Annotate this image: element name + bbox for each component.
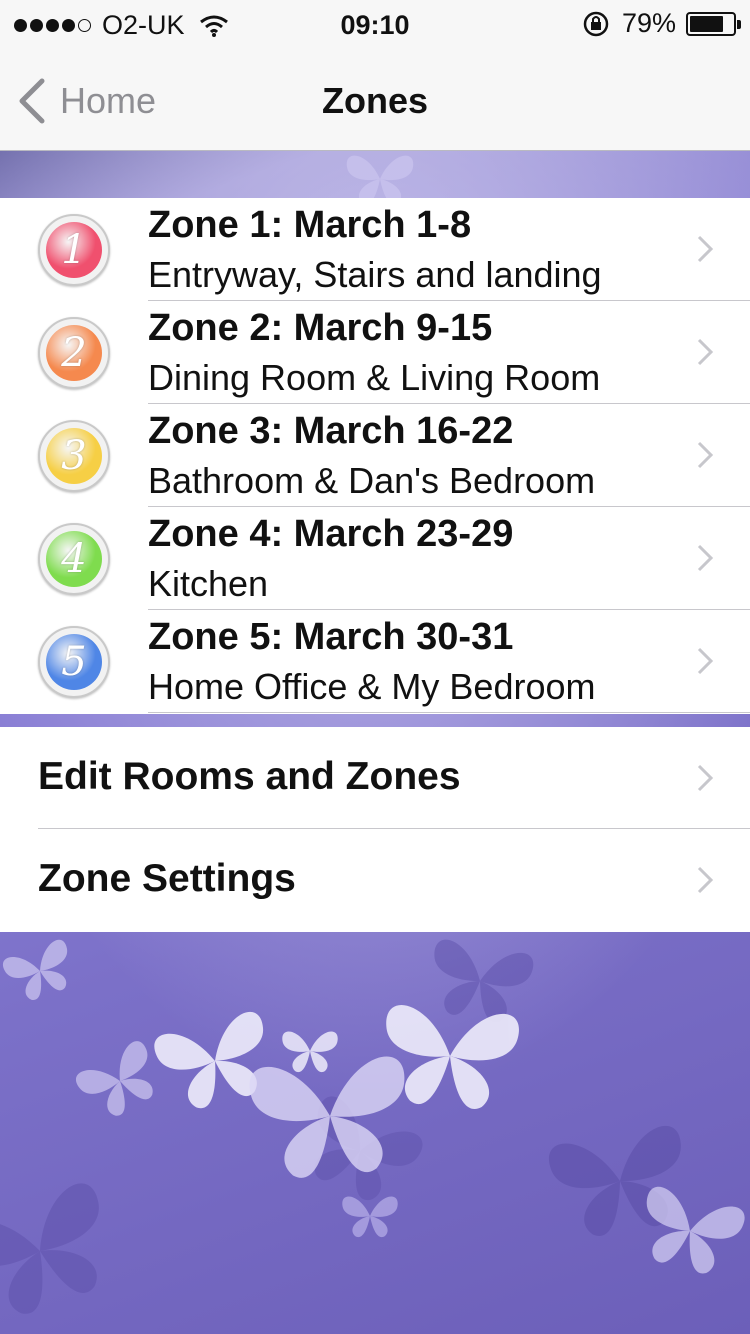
zone-badge-color: 2 <box>46 325 102 381</box>
zone-list: 1 Zone 1: March 1-8 Entryway, Stairs and… <box>0 198 750 714</box>
zone-rooms: Bathroom & Dan's Bedroom <box>148 460 596 501</box>
zone-settings-label: Zone Settings <box>38 857 296 900</box>
zone-rooms: Home Office & My Bedroom <box>148 666 596 707</box>
page-title: Zones <box>321 80 428 121</box>
chevron-right-icon <box>697 338 714 366</box>
navigation-bar: Home Zones <box>0 50 750 151</box>
zone-settings-row[interactable]: Zone Settings <box>0 829 750 931</box>
zone-badge-color: 3 <box>46 428 102 484</box>
zone-title: Zone 5: March 30-31 <box>148 616 514 658</box>
zone-number-icon: 1 <box>38 214 110 286</box>
status-right: 79% <box>582 8 741 39</box>
battery-icon <box>686 11 741 36</box>
zone-title: Zone 4: March 23-29 <box>148 513 514 555</box>
chevron-right-icon <box>697 235 714 263</box>
zone-number-icon: 2 <box>38 317 110 389</box>
zone-row-2[interactable]: 2 Zone 2: March 9-15 Dining Room & Livin… <box>0 301 750 404</box>
zone-number-icon: 3 <box>38 420 110 492</box>
zone-badge-color: 4 <box>46 531 102 587</box>
zone-row-4[interactable]: 4 Zone 4: March 23-29 Kitchen <box>0 507 750 610</box>
zone-rooms: Kitchen <box>148 563 269 604</box>
chevron-right-icon <box>697 764 714 792</box>
zone-title: Zone 2: March 9-15 <box>148 307 493 349</box>
zone-badge-color: 1 <box>46 222 102 278</box>
rotation-lock-icon <box>583 11 609 36</box>
chevron-right-icon <box>697 544 714 572</box>
edit-rooms-and-zones-row[interactable]: Edit Rooms and Zones <box>0 727 750 829</box>
chevron-right-icon <box>697 647 714 675</box>
settings-list: Edit Rooms and Zones Zone Settings <box>0 727 750 932</box>
edit-rooms-and-zones-label: Edit Rooms and Zones <box>38 755 461 798</box>
battery-fill <box>690 15 724 32</box>
chevron-right-icon <box>697 441 714 469</box>
status-bar: O2-UK 09:10 79% <box>0 0 750 50</box>
zone-row-1[interactable]: 1 Zone 1: March 1-8 Entryway, Stairs and… <box>0 198 750 301</box>
zone-row-5[interactable]: 5 Zone 5: March 30-31 Home Office & My B… <box>0 610 750 713</box>
zone-badge-color: 5 <box>46 634 102 690</box>
zone-title: Zone 1: March 1-8 <box>148 204 472 246</box>
battery-percentage: 79% <box>621 8 676 38</box>
chevron-right-icon <box>697 866 714 894</box>
zone-number-icon: 5 <box>38 626 110 698</box>
zone-title: Zone 3: March 16-22 <box>148 410 514 452</box>
zone-rooms: Entryway, Stairs and landing <box>148 254 602 295</box>
zone-rooms: Dining Room & Living Room <box>148 357 601 398</box>
zone-row-3[interactable]: 3 Zone 3: March 16-22 Bathroom & Dan's B… <box>0 404 750 507</box>
zone-number-icon: 4 <box>38 523 110 595</box>
